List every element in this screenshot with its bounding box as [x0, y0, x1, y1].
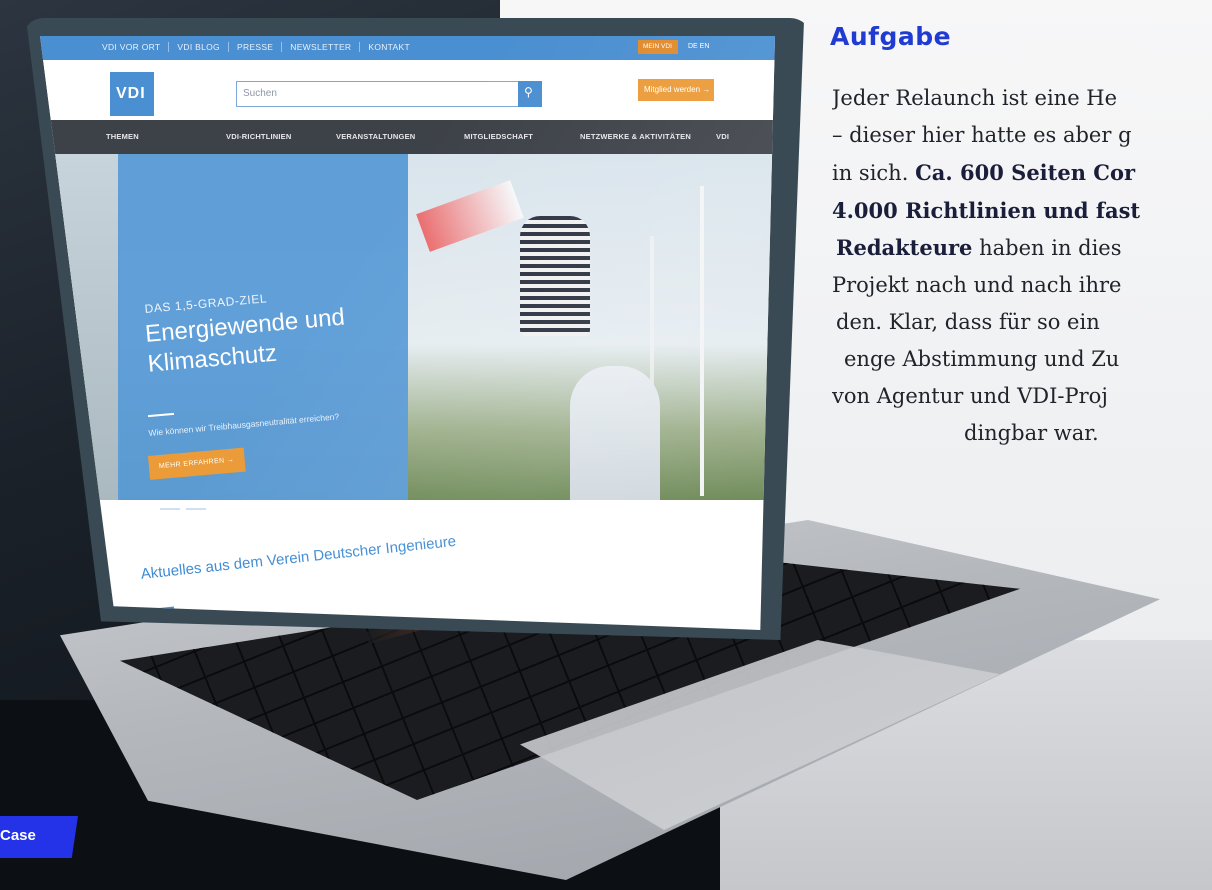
- article-line: dingbar war.: [964, 421, 1099, 445]
- mein-vdi-button[interactable]: MEIN VDI: [638, 40, 678, 54]
- nav-veranstaltungen[interactable]: VERANSTALTUNGEN: [336, 132, 415, 141]
- topnav-kontakt[interactable]: KONTAKT: [368, 42, 418, 52]
- nav-vdi-richtlinien[interactable]: VDI-RICHTLINIEN: [226, 132, 292, 141]
- nav-mitgliedschaft[interactable]: MITGLIEDSCHAFT: [464, 132, 533, 141]
- search-button[interactable]: ⚲: [518, 81, 542, 107]
- article-body: Jeder Relaunch ist eine He – dieser hier…: [832, 80, 1212, 452]
- search-icon: ⚲: [524, 85, 533, 99]
- website-header: VDI Suchen ⚲ Mitglied werden →: [40, 60, 775, 120]
- article-line: in sich. Ca. 600 Seiten Cor: [832, 160, 1136, 185]
- article-line: enge Abstimmung und Zu: [844, 347, 1120, 371]
- website-main-nav: THEMEN VDI-RICHTLINIEN VERANSTALTUNGEN M…: [40, 120, 775, 154]
- nav-vdi[interactable]: VDI: [716, 132, 729, 141]
- vdi-logo[interactable]: VDI: [110, 72, 154, 116]
- topnav-vdi-vor-ort[interactable]: VDI VOR ORT: [102, 42, 170, 52]
- article-line: Redakteure haben in dies: [836, 235, 1122, 260]
- topnav-newsletter[interactable]: NEWSLETTER: [290, 42, 361, 52]
- topnav-vdi-blog[interactable]: VDI BLOG: [177, 42, 229, 52]
- nav-netzwerke[interactable]: NETZWERKE & AKTIVITÄTEN: [580, 132, 691, 141]
- topnav-presse[interactable]: PRESSE: [237, 42, 283, 52]
- article-line: von Agentur und VDI-Proj: [832, 384, 1108, 408]
- carousel-dots: [160, 508, 232, 510]
- website-topbar: VDI VOR ORT VDI BLOG PRESSE NEWSLETTER K…: [40, 36, 775, 60]
- case-tag: Case: [0, 816, 78, 858]
- article-line: – dieser hier hatte es aber g: [832, 123, 1132, 147]
- article-line: den. Klar, dass für so ein: [836, 310, 1100, 334]
- article-line: 4.000 Richtlinien und fast: [832, 198, 1141, 223]
- mitglied-werden-button[interactable]: Mitglied werden →: [638, 79, 714, 101]
- language-switch[interactable]: DE EN: [688, 43, 709, 50]
- search-input[interactable]: Suchen: [236, 81, 520, 107]
- nav-themen[interactable]: THEMEN: [106, 132, 139, 141]
- article-heading: Aufgabe: [830, 22, 952, 51]
- child-image: [520, 216, 590, 336]
- website-topnav: VDI VOR ORT VDI BLOG PRESSE NEWSLETTER K…: [102, 42, 418, 52]
- article-line: Projekt nach und nach ihre: [832, 273, 1122, 297]
- article-line: Jeder Relaunch ist eine He: [832, 86, 1118, 110]
- father-image: [570, 366, 660, 500]
- news-section-title: Aktuelles aus dem Verein Deutscher Ingen…: [140, 532, 457, 583]
- wind-turbine: [700, 186, 704, 496]
- carousel-indicators[interactable]: [160, 496, 250, 510]
- laptop-screen: VDI VOR ORT VDI BLOG PRESSE NEWSLETTER K…: [40, 36, 775, 630]
